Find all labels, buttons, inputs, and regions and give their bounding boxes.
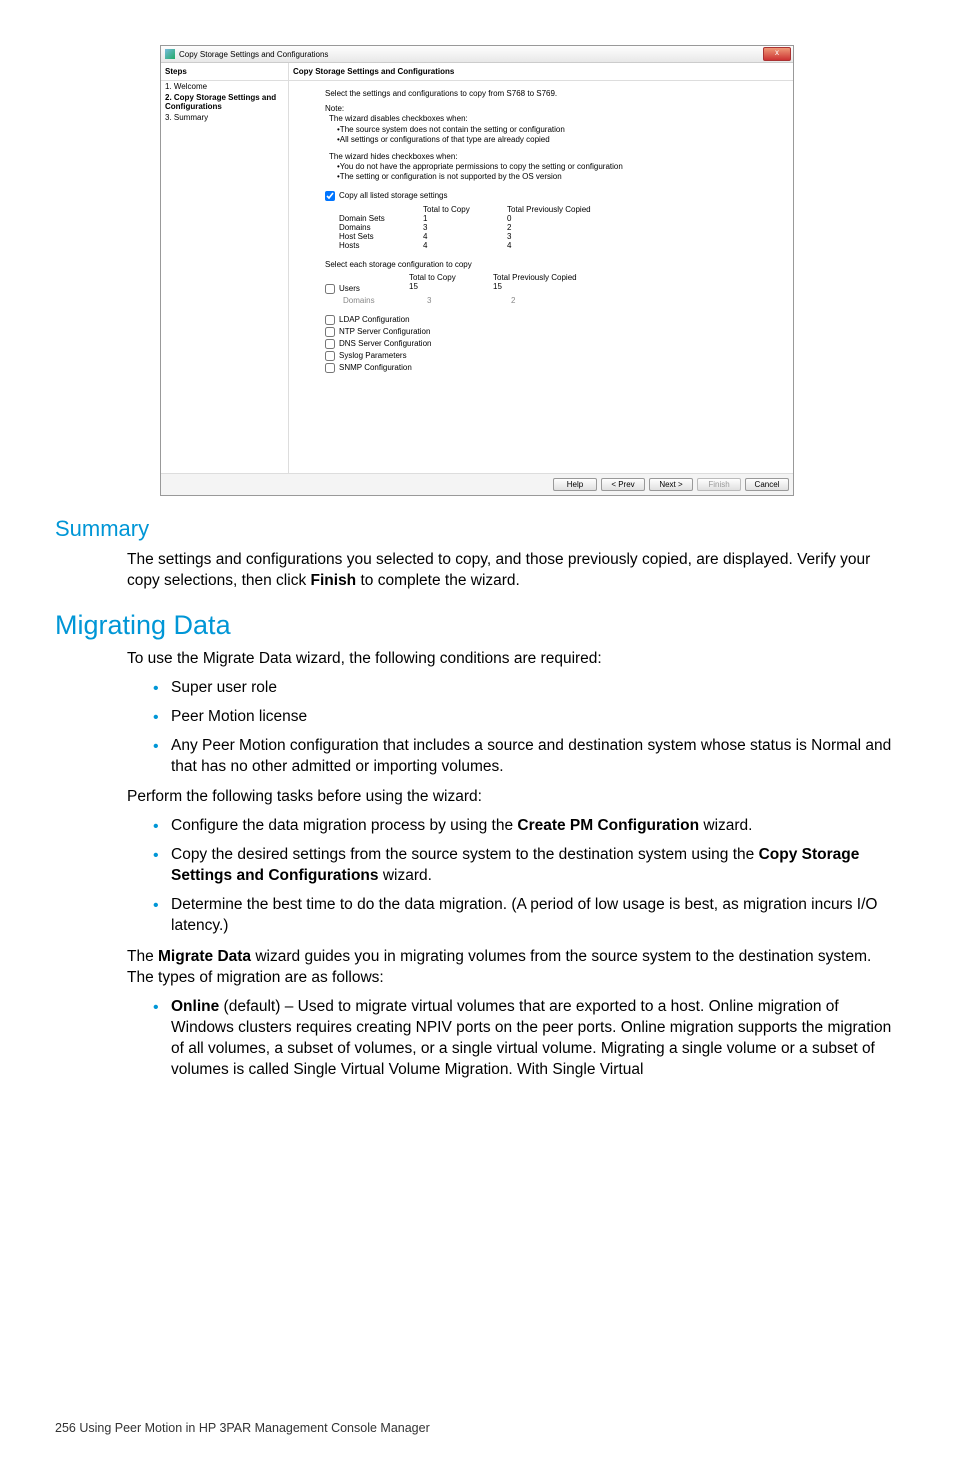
table-row: Users 15 15 (325, 282, 757, 296)
col-total: Total to Copy (423, 205, 507, 214)
cancel-button[interactable]: Cancel (745, 478, 789, 491)
note1-b1: •The source system does not contain the … (325, 125, 757, 135)
note1-b2: •All settings or configurations of that … (325, 135, 757, 145)
tasks-list: Configure the data migration process by … (127, 816, 899, 937)
dns-checkbox[interactable]: DNS Server Configuration (325, 339, 757, 349)
next-button[interactable]: Next > (649, 478, 693, 491)
window-title: Copy Storage Settings and Configurations (179, 50, 763, 59)
step-1[interactable]: 1. Welcome (161, 81, 288, 92)
summary-heading: Summary (55, 516, 899, 542)
note2-intro: The wizard hides checkboxes when: (325, 152, 757, 162)
table-row: Domains32 (339, 223, 757, 232)
steps-header: Steps (161, 63, 288, 81)
instruction-text: Select the settings and configurations t… (325, 89, 757, 98)
note-label: Note: (325, 104, 757, 114)
config-table: Total to Copy Total Previously Copied Us… (325, 273, 757, 305)
prev-button[interactable]: < Prev (601, 478, 645, 491)
migration-types-list: Online (default) – Used to migrate virtu… (127, 997, 899, 1081)
copy-all-input[interactable] (325, 191, 335, 201)
ldap-checkbox[interactable]: LDAP Configuration (325, 315, 757, 325)
select-each-label: Select each storage configuration to cop… (325, 260, 757, 269)
col-prev: Total Previously Copied (507, 205, 627, 214)
summary-paragraph: The settings and configurations you sele… (127, 550, 899, 592)
list-item: Configure the data migration process by … (153, 816, 899, 837)
steps-sidebar: Steps 1. Welcome 2. Copy Storage Setting… (161, 63, 289, 473)
page-footer: 256 Using Peer Motion in HP 3PAR Managem… (55, 1421, 899, 1435)
requirements-list: Super user role Peer Motion license Any … (127, 678, 899, 778)
app-icon (165, 49, 175, 59)
table-row: Domain Sets10 (339, 214, 757, 223)
note-block: Note: The wizard disables checkboxes whe… (325, 104, 757, 183)
syslog-checkbox[interactable]: Syslog Parameters (325, 351, 757, 361)
col-total-2: Total to Copy (409, 273, 493, 282)
copy-all-label: Copy all listed storage settings (339, 191, 448, 200)
perform-intro: Perform the following tasks before using… (127, 787, 899, 808)
table-row: Hosts44 (339, 241, 757, 250)
ntp-checkbox[interactable]: NTP Server Configuration (325, 327, 757, 337)
list-item: Any Peer Motion configuration that inclu… (153, 736, 899, 778)
note2-b2: •The setting or configuration is not sup… (325, 172, 757, 182)
close-icon[interactable]: x (763, 47, 791, 61)
copy-all-checkbox[interactable]: Copy all listed storage settings (325, 191, 757, 201)
step-3[interactable]: 3. Summary (161, 112, 288, 123)
users-checkbox[interactable]: Users (325, 284, 409, 294)
list-item: Peer Motion license (153, 707, 899, 728)
window-titlebar: Copy Storage Settings and Configurations… (161, 46, 793, 63)
col-prev-2: Total Previously Copied (493, 273, 613, 282)
migrating-data-heading: Migrating Data (55, 610, 899, 641)
list-item: Copy the desired settings from the sourc… (153, 845, 899, 887)
note2-b1: •You do not have the appropriate permiss… (325, 162, 757, 172)
settings-table: Total to Copy Total Previously Copied Do… (339, 205, 757, 250)
list-item: Determine the best time to do the data m… (153, 895, 899, 937)
note1-intro: The wizard disables checkboxes when: (325, 114, 757, 124)
finish-button: Finish (697, 478, 741, 491)
list-item: Online (default) – Used to migrate virtu… (153, 997, 899, 1081)
wizard-paragraph: The Migrate Data wizard guides you in mi… (127, 947, 899, 989)
migrate-intro: To use the Migrate Data wizard, the foll… (127, 649, 899, 670)
table-row: Host Sets43 (339, 232, 757, 241)
step-2[interactable]: 2. Copy Storage Settings and Configurati… (161, 92, 288, 112)
snmp-checkbox[interactable]: SNMP Configuration (325, 363, 757, 373)
wizard-screenshot: Copy Storage Settings and Configurations… (160, 45, 794, 496)
list-item: Super user role (153, 678, 899, 699)
wizard-footer: Help < Prev Next > Finish Cancel (161, 473, 793, 495)
table-row: Domains 3 2 (325, 296, 757, 305)
extra-check-list: LDAP Configuration NTP Server Configurat… (325, 315, 757, 373)
help-button[interactable]: Help (553, 478, 597, 491)
content-title: Copy Storage Settings and Configurations (289, 63, 793, 81)
